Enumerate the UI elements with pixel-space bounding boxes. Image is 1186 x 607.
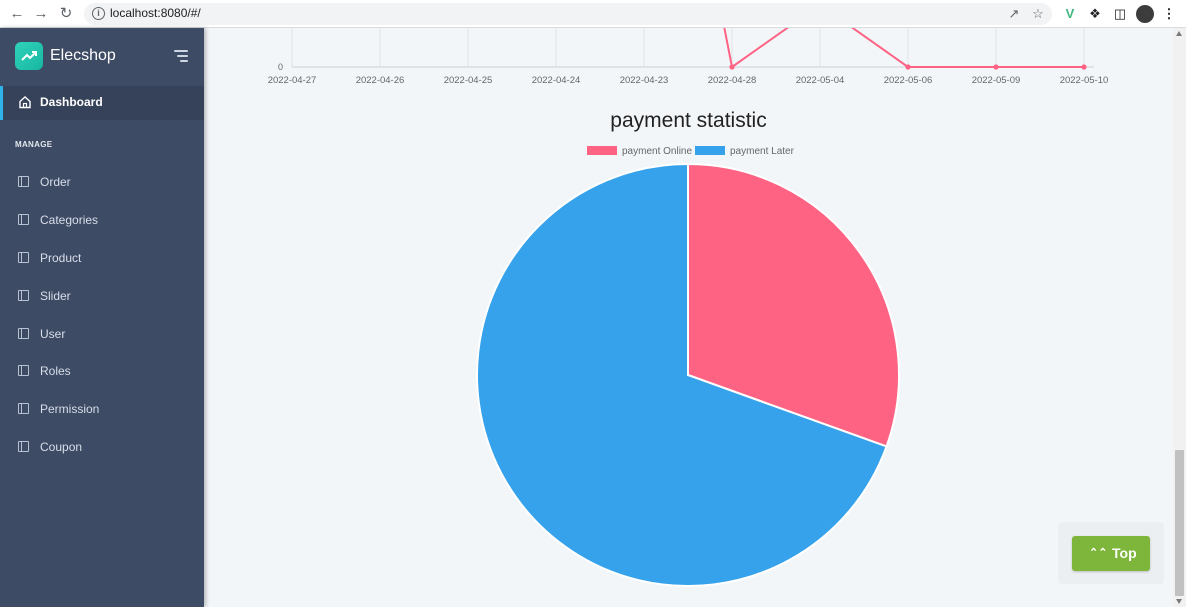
sidebar-item-label: Dashboard: [40, 95, 103, 109]
double-chevron-up-icon: ⌃⌃: [1089, 547, 1108, 559]
browser-menu-icon[interactable]: ⋮: [1160, 5, 1178, 23]
x-tick-label: 2022-04-28: [708, 75, 757, 86]
series-line-segment: [851, 28, 909, 68]
series-line-segment: [723, 28, 733, 68]
page-scrollbar[interactable]: [1173, 28, 1186, 607]
section-title-manage: MANAGE: [15, 140, 53, 149]
y-tick-label: 0: [278, 62, 283, 72]
main-content: 0 2022-04-27 2022-04-26 2022-04-25 2022-04-2…: [204, 28, 1173, 607]
sidebar-toggle-icon[interactable]: [174, 50, 188, 62]
legend-label: payment Later: [730, 146, 795, 157]
sidebar-panel-icon: [18, 290, 29, 301]
x-tick-label: 2022-05-04: [796, 75, 845, 86]
sidebar-panel-icon: [18, 403, 29, 414]
x-tick-label: 2022-05-09: [972, 75, 1021, 86]
sidebar-item-roles[interactable]: Roles: [0, 356, 204, 386]
sidebar-panel-icon: [18, 252, 29, 263]
series-point: [1081, 64, 1087, 70]
x-tick-label: 2022-04-23: [620, 75, 669, 86]
forward-arrow-icon[interactable]: →: [32, 5, 50, 23]
sidebar-panel-icon: [18, 214, 29, 225]
sidebar-item-label: Roles: [40, 364, 71, 378]
series-line-segment: [731, 28, 789, 68]
address-bar[interactable]: i localhost:8080/#/ ↗ ☆: [84, 3, 1052, 25]
sidebar-item-product[interactable]: Product: [0, 243, 204, 273]
x-tick-label: 2022-05-10: [1060, 75, 1109, 86]
sidebar-item-label: Permission: [40, 402, 100, 416]
scroll-down-arrow-icon[interactable]: [1176, 599, 1182, 604]
sidebar-item-label: Product: [40, 251, 82, 265]
vue-devtools-icon[interactable]: V: [1061, 5, 1079, 23]
x-tick-label: 2022-04-26: [356, 75, 405, 86]
series-point: [905, 64, 911, 70]
share-icon[interactable]: ↗: [1006, 6, 1022, 22]
sidebar-item-order[interactable]: Order: [0, 167, 204, 197]
extensions-puzzle-icon[interactable]: ❖: [1086, 5, 1104, 23]
x-tick-label: 2022-05-06: [884, 75, 933, 86]
sidebar: Elecshop Dashboard MANAGE Order Categori…: [0, 28, 204, 607]
pie-legend: payment Online payment Later: [587, 146, 795, 157]
brand-name: Elecshop: [50, 47, 116, 64]
x-tick-label: 2022-04-25: [444, 75, 493, 86]
sidebar-item-user[interactable]: User: [0, 319, 204, 349]
legend-swatch: [587, 146, 617, 155]
reload-icon[interactable]: ↻: [57, 5, 75, 23]
series-point: [993, 64, 999, 70]
sidebar-item-label: User: [40, 327, 66, 341]
sidebar-item-coupon[interactable]: Coupon: [0, 432, 204, 462]
back-arrow-icon[interactable]: ←: [8, 5, 26, 23]
order-line-chart: 0 2022-04-27 2022-04-26 2022-04-25 2022-04-2…: [268, 28, 1109, 86]
site-info-icon[interactable]: i: [92, 7, 105, 20]
home-icon: [18, 95, 32, 109]
sidebar-panel-icon: [18, 365, 29, 376]
trending-up-logo-icon: [15, 42, 43, 70]
pie-chart-title: payment statistic: [610, 109, 767, 132]
sidebar-item-permission[interactable]: Permission: [0, 394, 204, 424]
back-to-top-button[interactable]: ⌃⌃ Top: [1072, 536, 1150, 571]
series-point: [729, 64, 735, 70]
sidebar-item-label: Coupon: [40, 440, 83, 454]
scroll-up-arrow-icon[interactable]: [1176, 31, 1182, 36]
sidebar-item-categories[interactable]: Categories: [0, 205, 204, 235]
bookmark-star-icon[interactable]: ☆: [1030, 6, 1046, 22]
x-tick-label: 2022-04-24: [532, 75, 581, 86]
profile-avatar[interactable]: [1136, 5, 1154, 23]
scrollbar-thumb[interactable]: [1175, 450, 1184, 596]
sidebar-item-label: Categories: [40, 213, 99, 227]
sidebar-panel-icon: [18, 441, 29, 452]
back-to-top-label: Top: [1112, 545, 1137, 561]
x-tick-label: 2022-04-27: [268, 75, 317, 86]
sidebar-item-slider[interactable]: Slider: [0, 281, 204, 311]
legend-swatch: [695, 146, 725, 155]
sidebar-panel-icon: [18, 176, 29, 187]
payment-pie-chart: payment Online payment Later: [476, 146, 900, 587]
side-panel-icon[interactable]: ◫: [1111, 5, 1129, 23]
browser-toolbar: ← → ↻ i localhost:8080/#/ ↗ ☆ V ❖ ◫ ⋮: [0, 0, 1186, 28]
legend-label: payment Online: [622, 146, 692, 157]
sidebar-item-label: Slider: [40, 289, 71, 303]
sidebar-item-dashboard[interactable]: Dashboard: [0, 86, 204, 120]
sidebar-panel-icon: [18, 328, 29, 339]
sidebar-item-label: Order: [40, 175, 71, 189]
url-text[interactable]: localhost:8080/#/: [110, 6, 201, 20]
